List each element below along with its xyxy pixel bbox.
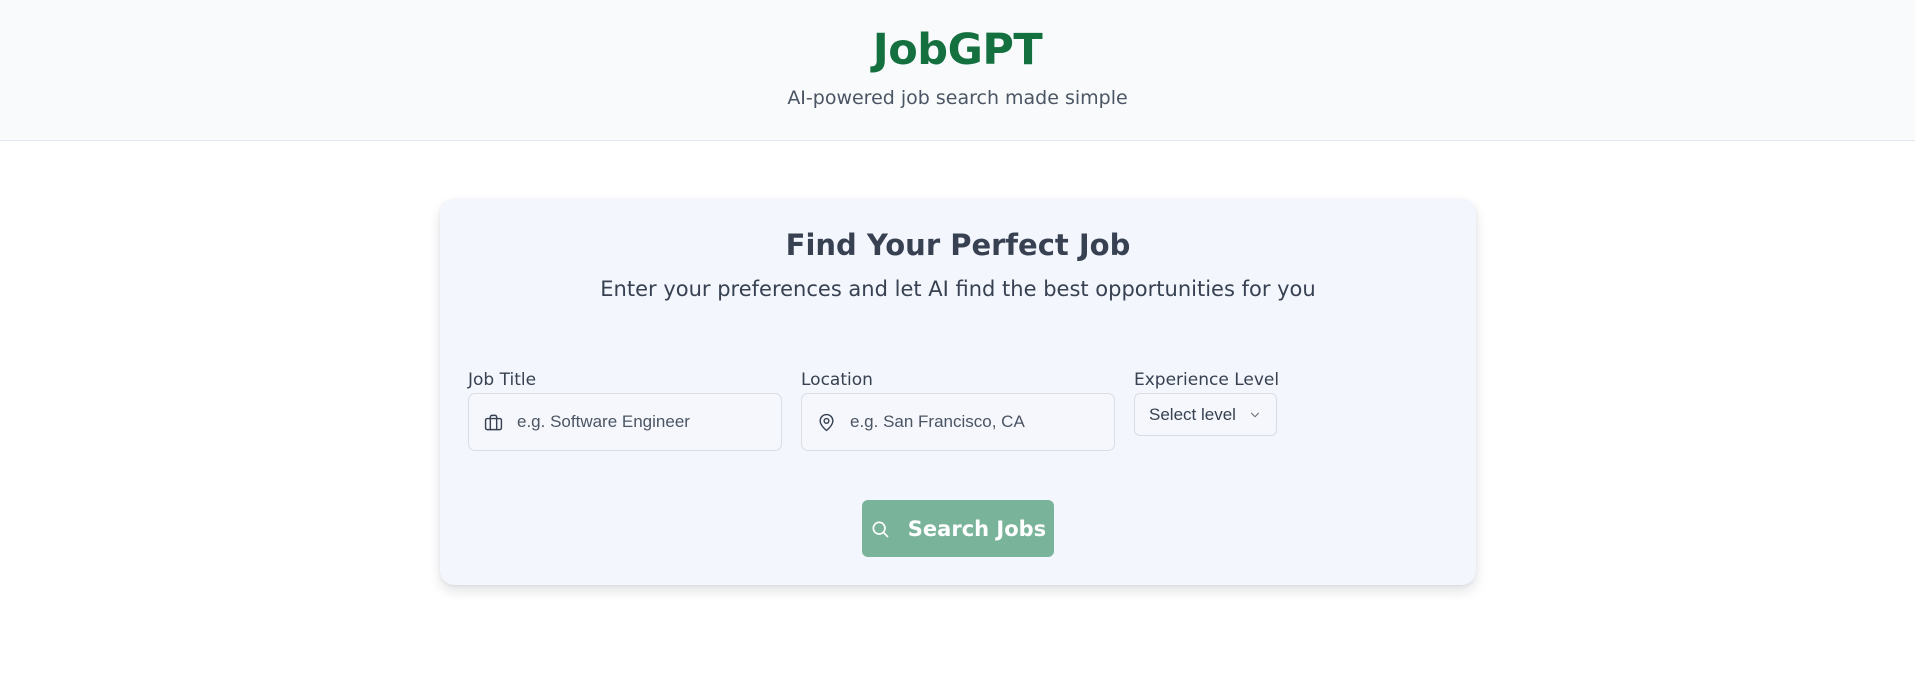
search-icon — [870, 519, 890, 539]
experience-level-select[interactable]: Select level — [1134, 393, 1277, 436]
location-label: Location — [801, 370, 873, 390]
brand-tagline: AI-powered job search made simple — [787, 87, 1128, 109]
experience-level-label: Experience Level — [1134, 370, 1280, 390]
job-title-label: Job Title — [468, 370, 537, 390]
search-jobs-button[interactable]: Search Jobs — [862, 500, 1054, 557]
chevron-down-icon — [1248, 408, 1262, 422]
card-subtitle: Enter your preferences and let AI find t… — [600, 277, 1316, 301]
search-jobs-label: Search Jobs — [907, 516, 1047, 541]
map-pin-icon — [816, 412, 836, 432]
job-title-input[interactable] — [517, 412, 757, 432]
app-header: JobGPT AI-powered job search made simple — [0, 0, 1915, 141]
briefcase-icon — [483, 412, 503, 432]
experience-level-value: Select level — [1149, 404, 1236, 424]
location-input[interactable] — [850, 412, 1090, 432]
job-search-card: Find Your Perfect Job Enter your prefere… — [440, 199, 1476, 585]
location-field[interactable] — [801, 393, 1115, 451]
brand-title: JobGPT — [872, 25, 1043, 75]
card-title: Find Your Perfect Job — [785, 228, 1131, 262]
job-title-field[interactable] — [468, 393, 782, 451]
